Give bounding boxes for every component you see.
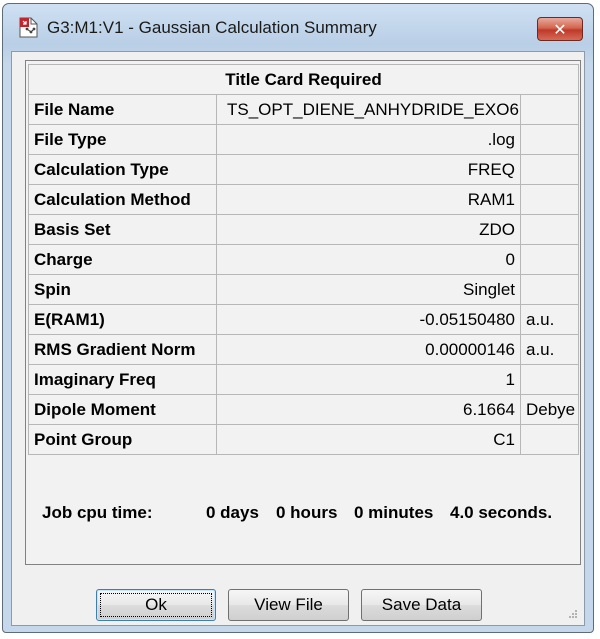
cpu-time-label: Job cpu time: [42,503,153,522]
row-unit [519,94,580,125]
table-row[interactable]: Dipole Moment 6.1664 Debye [28,394,580,425]
focus-ring [100,593,212,617]
row-unit [519,124,580,155]
table-row[interactable]: Imaginary Freq 1 [28,364,580,395]
ok-button[interactable]: Ok [96,589,216,621]
row-value: TS_OPT_DIENE_ANHYDRIDE_EXO6 [216,94,521,125]
row-label: Charge [28,244,217,275]
row-value: FREQ [216,154,521,185]
row-unit: a.u. [519,304,580,335]
summary-panel: Title Card Required File Name TS_OPT_DIEN… [25,60,581,565]
table-row[interactable]: RMS Gradient Norm 0.00000146 a.u. [28,334,580,365]
row-label: RMS Gradient Norm [28,334,217,365]
title-card-header[interactable]: Title Card Required [27,64,580,95]
row-label: Spin [28,274,217,305]
row-value: 6.1664 [216,394,521,425]
row-value: 0.00000146 [216,334,521,365]
table-header-row: Title Card Required [27,64,580,95]
cpu-minutes: 0 minutes [354,503,434,522]
view-file-button[interactable]: View File [228,589,349,621]
row-unit: Debye [519,394,580,425]
view-file-button-label: View File [254,595,323,614]
table-row[interactable]: File Name TS_OPT_DIENE_ANHYDRIDE_EXO6 [28,94,580,125]
table-row[interactable]: Calculation Type FREQ [28,154,580,185]
row-value: Singlet [216,274,521,305]
row-label: Calculation Method [28,184,217,215]
row-label: File Type [28,124,217,155]
row-unit [519,364,580,395]
row-value: C1 [216,424,521,455]
cpu-hours: 0 hours [276,503,338,522]
table-row[interactable]: Spin Singlet [28,274,580,305]
row-unit [519,214,580,245]
row-value: 1 [216,364,521,395]
title-bar[interactable]: G3:M1:V1 - Gaussian Calculation Summary … [3,4,593,52]
cpu-days: 0 days [206,503,259,522]
table-row[interactable]: File Type .log [28,124,580,155]
row-label: Imaginary Freq [28,364,217,395]
row-label: E(RAM1) [28,304,217,335]
row-unit [519,184,580,215]
row-unit [519,424,580,455]
row-unit [519,274,580,305]
table-row[interactable]: Point Group C1 [28,424,580,455]
row-value: .log [216,124,521,155]
row-unit [519,154,580,185]
table-row[interactable]: Calculation Method RAM1 [28,184,580,215]
row-label: Dipole Moment [28,394,217,425]
row-label: Point Group [28,424,217,455]
row-value: 0 [216,244,521,275]
save-data-button[interactable]: Save Data [361,589,482,621]
summary-table: Title Card Required File Name TS_OPT_DIEN… [27,64,580,455]
close-icon: ✕ [553,19,567,39]
dialog-client-area: Title Card Required File Name TS_OPT_DIEN… [11,51,585,626]
table-row[interactable]: Charge 0 [28,244,580,275]
save-data-button-label: Save Data [381,595,462,614]
row-label: Calculation Type [28,154,217,185]
row-value: -0.05150480 [216,304,521,335]
close-button[interactable]: ✕ [537,17,583,41]
resize-grip-icon[interactable] [566,607,578,619]
row-value: ZDO [216,214,521,245]
row-label: Basis Set [28,214,217,245]
gaussview-document-icon [19,17,38,38]
table-row[interactable]: E(RAM1) -0.05150480 a.u. [28,304,580,335]
job-cpu-time: Job cpu time: 0 days 0 hours 0 minutes 4.0 s… [42,503,582,523]
row-label: File Name [28,94,217,125]
row-unit: a.u. [519,334,580,365]
dialog-window: G3:M1:V1 - Gaussian Calculation Summary … [2,3,594,633]
window-title: G3:M1:V1 - Gaussian Calculation Summary [47,18,377,37]
row-unit [519,244,580,275]
table-row[interactable]: Basis Set ZDO [28,214,580,245]
row-value: RAM1 [216,184,521,215]
cpu-seconds: 4.0 seconds. [450,503,553,522]
